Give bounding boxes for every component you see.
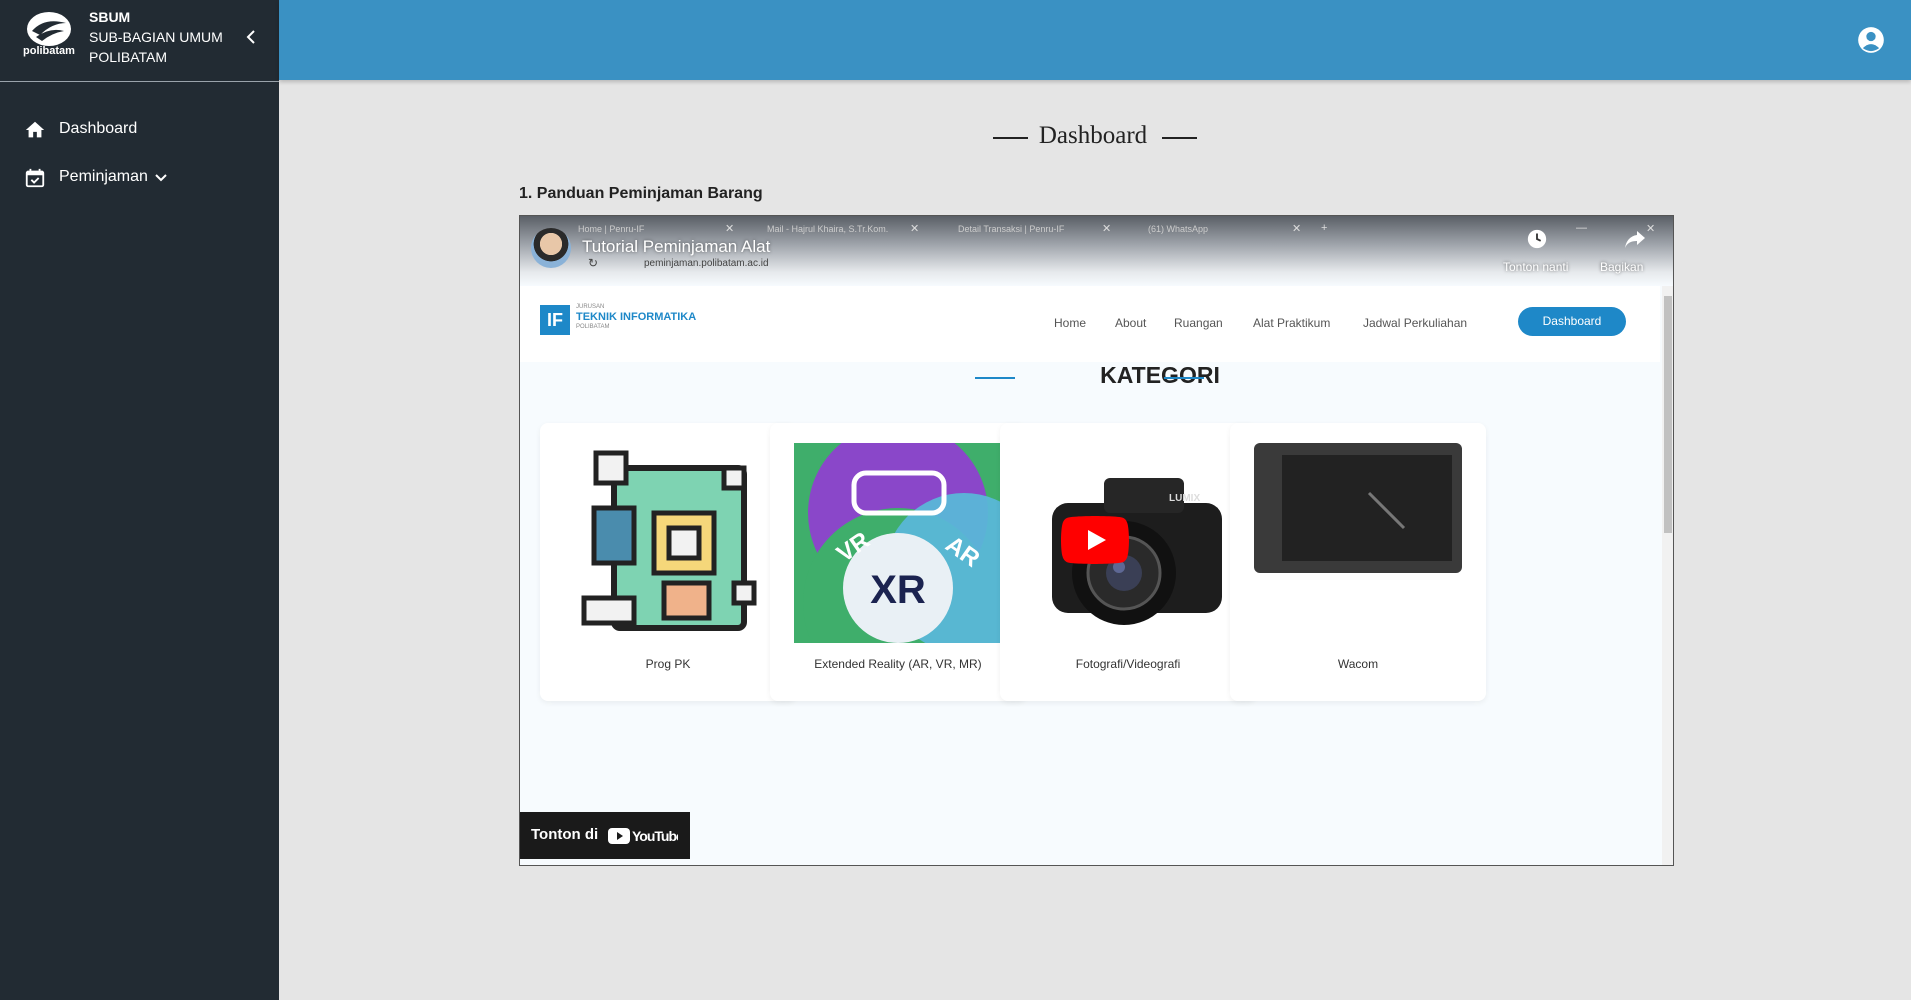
- browser-url: peminjaman.polibatam.ac.id: [644, 258, 769, 269]
- if-logo-icon: IF: [540, 305, 570, 335]
- brand-short: SBUM: [89, 9, 131, 25]
- site-nav-home: Home: [1054, 316, 1087, 330]
- if-logo-sub: POLIBATAM: [576, 324, 610, 330]
- video-title[interactable]: Tutorial Peminjaman Alat: [582, 237, 770, 257]
- category-label: Extended Reality (AR, VR, MR): [814, 657, 982, 671]
- video-top-overlay: Home | Penru-IF ✕ Mail - Hajrul Khaira, …: [520, 216, 1673, 286]
- browser-tab: (61) WhatsApp: [1148, 224, 1209, 234]
- close-icon: ✕: [1102, 223, 1112, 235]
- browser-tab: Mail - Hajrul Khaira, S.Tr.Kom.: [767, 224, 889, 234]
- kategori-heading: KATEGORI: [1100, 362, 1220, 388]
- section-heading: 1. Panduan Peminjaman Barang: [519, 185, 763, 202]
- share-button[interactable]: [1605, 228, 1665, 255]
- collapse-sidebar-chevron-icon[interactable]: [241, 25, 261, 49]
- heading-decoration-right: [1164, 377, 1204, 379]
- sidebar-brand: polibatam SBUM SUB-BAGIAN UMUM POLIBATAM: [0, 0, 279, 82]
- site-nav-jadwal: Jadwal Perkuliahan: [1363, 316, 1468, 330]
- play-button-icon[interactable]: [1061, 516, 1129, 564]
- site-navbar: IF JURUSAN TEKNIK INFORMATIKA POLIBATAM …: [520, 286, 1660, 362]
- sidebar-item-peminjaman[interactable]: Peminjaman: [0, 157, 279, 197]
- site-dashboard-button: Dashboard: [1518, 307, 1626, 336]
- clock-icon: [1527, 229, 1547, 249]
- if-logo-small: JURUSAN: [576, 304, 605, 310]
- site-scroll-thumb: [1664, 296, 1672, 533]
- chevron-down-icon: [155, 174, 167, 182]
- share-label: Bagikan: [1600, 260, 1644, 274]
- wacom-tablet-image: [1254, 443, 1462, 573]
- youtube-embed[interactable]: Home | Penru-IF ✕ Mail - Hajrul Khaira, …: [519, 215, 1674, 866]
- sidebar: polibatam SBUM SUB-BAGIAN UMUM POLIBATAM…: [0, 0, 279, 1000]
- minimize-icon: —: [1576, 222, 1587, 234]
- account-circle-icon[interactable]: [1857, 26, 1885, 54]
- category-label: Fotografi/Videografi: [1075, 657, 1181, 671]
- xr-label-xr: XR: [870, 568, 926, 612]
- watch-on-youtube-button[interactable]: Tonton di YouTube: [520, 812, 690, 859]
- watch-later-label: Tonton nanti: [1503, 260, 1569, 274]
- watch-on-label: Tonton di: [531, 826, 599, 843]
- close-icon: ✕: [1292, 223, 1302, 235]
- brand-line-1: SUB-BAGIAN UMUM: [89, 29, 223, 45]
- sidebar-item-dashboard[interactable]: Dashboard: [0, 109, 279, 149]
- category-card: Prog PK: [540, 423, 796, 701]
- title-decoration-right: [1162, 137, 1197, 139]
- share-icon: [1625, 231, 1645, 248]
- site-nav-ruangan: Ruangan: [1174, 316, 1223, 330]
- topbar: [279, 0, 1911, 80]
- watch-later-button[interactable]: [1507, 228, 1567, 255]
- calendar-check-icon: [25, 168, 45, 188]
- youtube-logo-icon: YouTube: [608, 828, 678, 844]
- category-label: Wacom: [1337, 657, 1379, 671]
- circuit-board-image: [581, 450, 757, 631]
- if-logo-text: JURUSAN TEKNIK INFORMATIKA POLIBATAM: [576, 303, 696, 331]
- if-logo-name: TEKNIK INFORMATIKA: [576, 311, 697, 323]
- youtube-wordmark: YouTube: [632, 828, 678, 844]
- channel-avatar[interactable]: [531, 228, 571, 268]
- site-nav-about: About: [1115, 316, 1147, 330]
- sidebar-item-label: Dashboard: [59, 120, 138, 137]
- site-nav-alat: Alat Praktikum: [1253, 316, 1331, 330]
- brand-text: SBUM SUB-BAGIAN UMUM POLIBATAM: [89, 7, 223, 67]
- xr-venn-image: VR XR AR: [794, 443, 1002, 643]
- category-card: Wacom: [1230, 423, 1486, 701]
- home-icon: [25, 121, 45, 138]
- browser-tab: Detail Transaksi | Penru-IF: [958, 224, 1065, 234]
- reload-icon: ↻: [588, 256, 599, 270]
- heading-decoration-left: [975, 377, 1015, 379]
- camera-brand-text: LUMIX: [1169, 493, 1200, 504]
- new-tab-icon: +: [1321, 222, 1328, 234]
- sidebar-item-label: Peminjaman: [59, 168, 148, 185]
- site-scrollbar: [1662, 286, 1673, 865]
- category-label: Prog PK: [645, 657, 691, 671]
- brand-line-2: POLIBATAM: [89, 49, 168, 65]
- logo-text: polibatam: [23, 45, 75, 57]
- close-icon: ✕: [725, 223, 735, 235]
- close-icon: ✕: [910, 223, 920, 235]
- browser-tab: Home | Penru-IF: [578, 224, 645, 234]
- page-title: Dashboard: [1038, 122, 1148, 149]
- category-card: VR XR AR Extended Reality (AR, VR, MR): [770, 423, 1026, 701]
